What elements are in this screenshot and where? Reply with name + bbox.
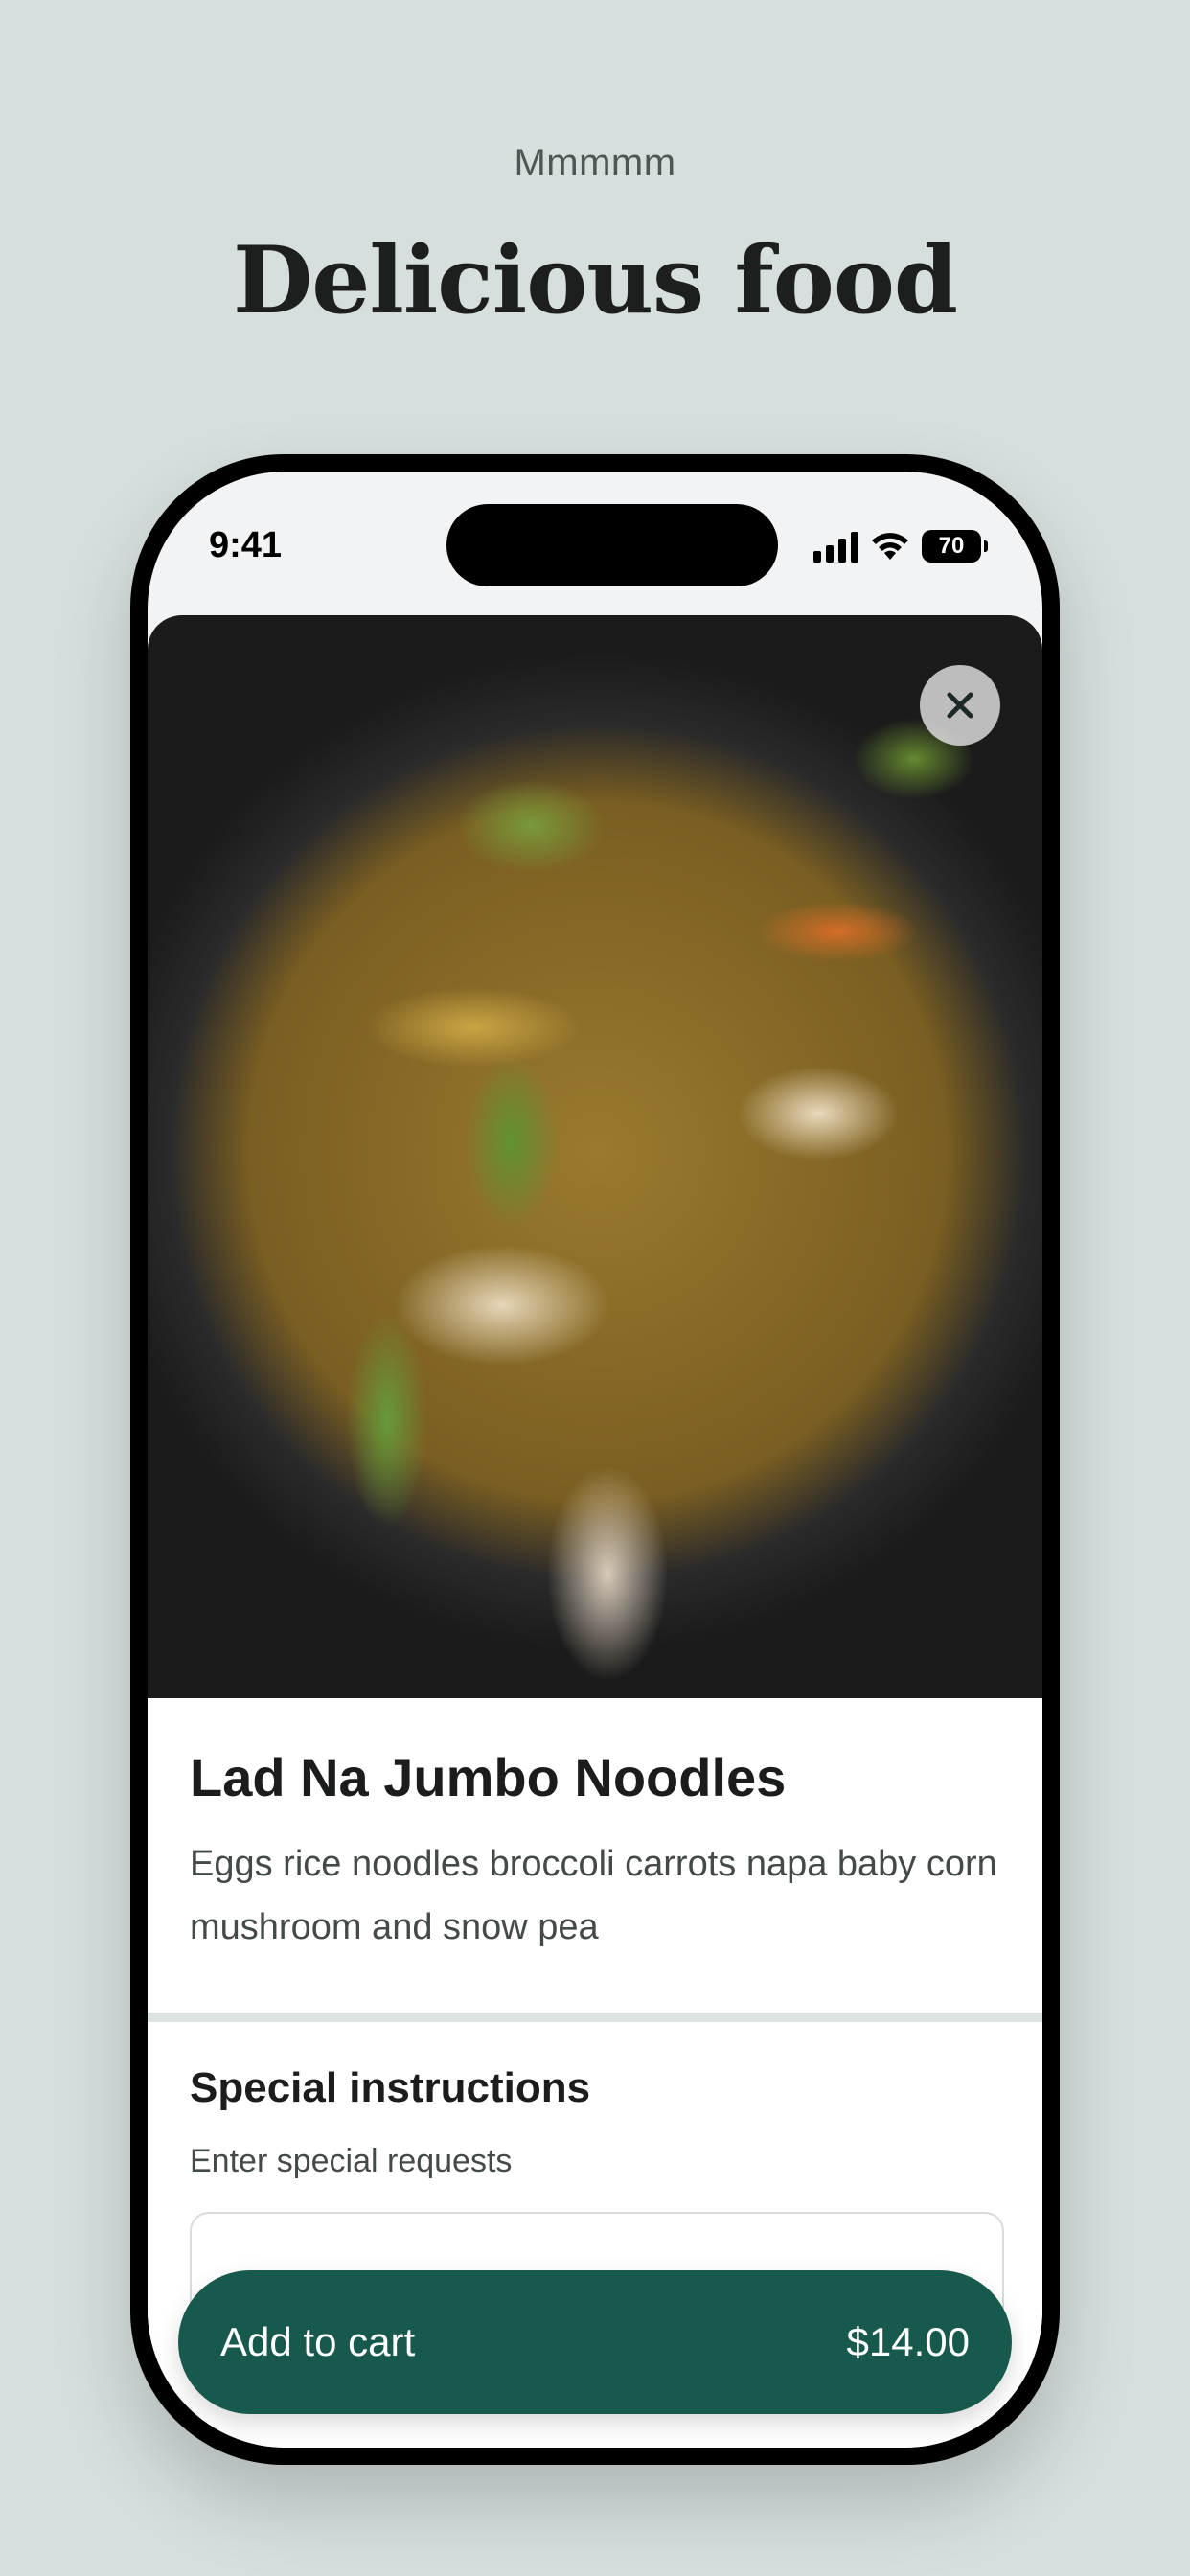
food-photo [148, 615, 1042, 1698]
battery-icon: 70 [922, 530, 988, 563]
section-divider [148, 2012, 1042, 2022]
cart-price: $14.00 [846, 2319, 970, 2364]
eyebrow-text: Mmmmm [514, 142, 676, 184]
status-time: 9:41 [209, 525, 283, 565]
phone-frame: 9:41 70 Lad Na Jumbo Noodles Eggs rice n… [130, 454, 1060, 2465]
signal-icon [813, 530, 858, 563]
status-icons: 70 [813, 527, 988, 565]
item-sheet: Lad Na Jumbo Noodles Eggs rice noodles b… [148, 615, 1042, 2448]
close-button[interactable] [920, 665, 1000, 746]
wifi-icon [872, 533, 908, 560]
headline: Delicious food [233, 226, 958, 334]
add-to-cart-button[interactable]: Add to cart $14.00 [178, 2270, 1012, 2414]
item-description: Eggs rice noodles broccoli carrots napa … [190, 1844, 997, 1947]
add-to-cart-label: Add to cart [220, 2319, 416, 2364]
item-title: Lad Na Jumbo Noodles [190, 1747, 787, 1807]
special-instructions-title: Special instructions [190, 2064, 591, 2111]
special-instructions-subtitle: Enter special requests [190, 2143, 513, 2179]
dynamic-island [446, 504, 778, 586]
close-icon [947, 692, 973, 719]
phone-screen: 9:41 70 Lad Na Jumbo Noodles Eggs rice n… [148, 472, 1042, 2448]
